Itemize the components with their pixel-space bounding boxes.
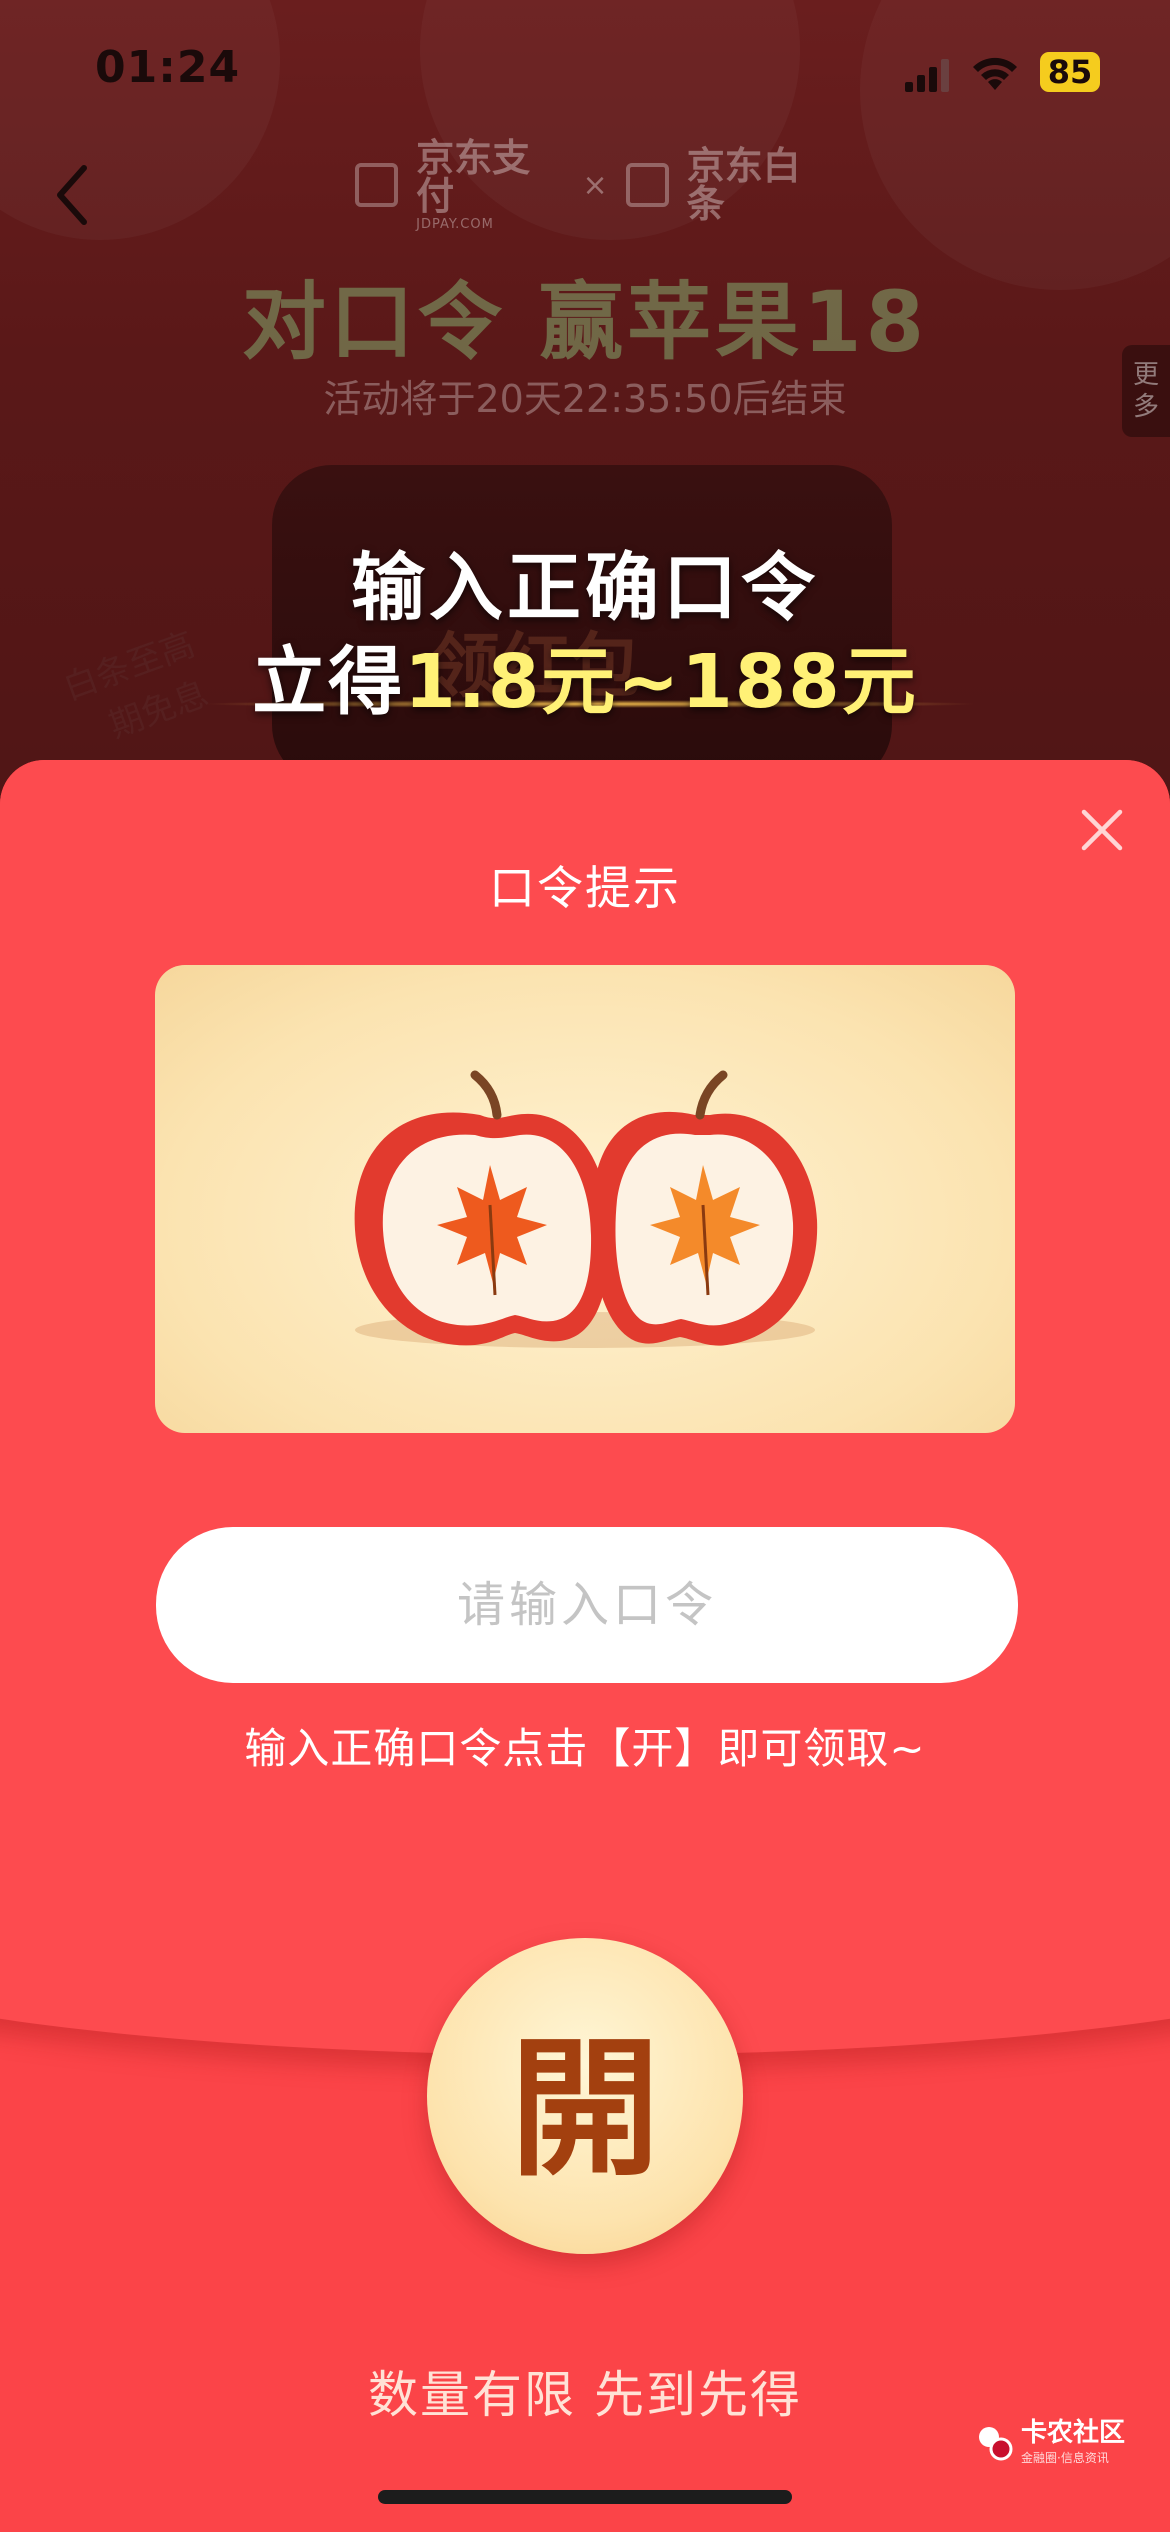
watermark-text: 卡农社区 (1021, 2418, 1126, 2448)
watermark-text-block: 卡农社区 金融圈·信息资讯 (1021, 2420, 1125, 2466)
baitiao-logo-icon (625, 163, 669, 207)
jdpay-brand-domain: JDPAY.COM (416, 216, 494, 232)
status-time: 01:24 (95, 42, 241, 93)
open-button[interactable]: 開 (427, 1938, 743, 2254)
brand-cross: × (582, 167, 608, 203)
promo-title: 对口令 赢苹果18 (241, 273, 929, 371)
red-packet-sheet: 口令提示 输入正确口令点击【开】即可领取~ 開 数量有限 先到先得 (0, 760, 1170, 2532)
hint-image (155, 965, 1015, 1433)
jdpay-brand: 京东支付 JDPAY.COM (416, 139, 564, 232)
apple-maple-illustration (354, 1070, 818, 1348)
hint-note: 输入正确口令点击【开】即可领取~ (244, 1724, 926, 1773)
signal-icon (905, 58, 949, 92)
footer-note: 数量有限 先到先得 (368, 2366, 802, 2424)
more-tab-char: 更 (1132, 359, 1159, 390)
close-icon[interactable] (1078, 806, 1126, 854)
banner-amount: 1.8元~188元 (404, 639, 918, 725)
more-tab[interactable]: 更 多 (1122, 345, 1170, 437)
home-indicator (378, 2490, 792, 2504)
banner-prefix: 立得 (252, 639, 405, 725)
password-input[interactable] (156, 1527, 1018, 1683)
brand-row: 京东支付 JDPAY.COM × 京东白条 (355, 139, 835, 232)
watermark: 卡农社区 金融圈·信息资讯 (975, 2420, 1125, 2466)
wifi-icon (973, 57, 1017, 90)
more-tab-char: 多 (1132, 392, 1159, 422)
promo-banner-line1: 输入正确口令 (351, 545, 819, 631)
open-button-label: 開 (509, 2020, 660, 2197)
activity-countdown: 活动将于20天22:35:50后结束 (323, 377, 847, 421)
baitiao-brand-name: 京东白条 (686, 144, 801, 226)
back-arrow-icon[interactable] (48, 160, 98, 230)
jdpay-logo-icon (355, 163, 399, 207)
promo-banner-line2: 立得1.8元~188元 (0, 622, 1170, 729)
status-bar: 01:24 85 (0, 0, 1170, 140)
jdpay-brand-name: 京东支付 (416, 135, 531, 218)
watermark-logo-icon (979, 2427, 1013, 2461)
watermark-sub: 金融圈·信息资讯 (1021, 2451, 1109, 2465)
battery-icon: 85 (1040, 52, 1100, 92)
hint-title: 口令提示 (489, 861, 681, 915)
